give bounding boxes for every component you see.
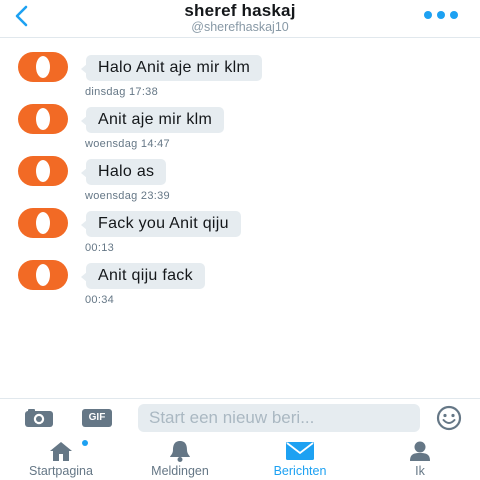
message-row: Halo as woensdag 23:39 xyxy=(0,148,480,202)
conversation-title: sheref haskaj xyxy=(184,1,296,20)
notification-dot xyxy=(82,440,88,446)
gif-button[interactable]: GIF xyxy=(82,409,112,427)
tab-label: Meldingen xyxy=(151,464,209,478)
avatar[interactable] xyxy=(18,52,68,82)
message-row: Anit qiju fack 00:34 xyxy=(0,252,480,306)
person-icon xyxy=(410,441,430,461)
more-options-button[interactable] xyxy=(424,10,458,20)
envelope-icon xyxy=(286,442,314,460)
avatar[interactable] xyxy=(18,104,68,134)
smiley-icon xyxy=(436,405,462,431)
avatar[interactable] xyxy=(18,208,68,238)
more-dots-icon xyxy=(424,11,432,19)
home-icon xyxy=(50,442,72,461)
tab-ik[interactable]: Ik xyxy=(372,436,468,480)
message-input[interactable] xyxy=(138,404,420,432)
message-bubble[interactable]: Anit qiju fack xyxy=(81,263,205,289)
emoji-button[interactable] xyxy=(434,405,464,431)
tab-startpagina[interactable]: Startpagina xyxy=(6,436,116,480)
camera-button[interactable] xyxy=(24,408,54,428)
more-dots-icon xyxy=(450,11,458,19)
message-bubble[interactable]: Halo Anit aje mir klm xyxy=(80,55,263,81)
tab-label: Berichten xyxy=(273,464,327,478)
tab-label: Startpagina xyxy=(29,464,93,478)
message-composer: GIF xyxy=(0,398,480,436)
avatar[interactable] xyxy=(18,260,68,290)
message-bubble[interactable]: Anit aje mir klm xyxy=(80,107,225,133)
message-row: Anit aje mir klm woensdag 14:47 xyxy=(0,96,480,150)
conversation-handle: @sherefhaskaj10 xyxy=(191,20,289,34)
camera-icon xyxy=(25,409,53,427)
message-timestamp: 00:34 xyxy=(85,294,115,306)
message-bubble[interactable]: Fack you Anit qiju xyxy=(81,211,241,237)
message-row: Fack you Anit qiju 00:13 xyxy=(0,200,480,254)
tab-meldingen[interactable]: Meldingen xyxy=(126,436,234,480)
tab-label: Ik xyxy=(415,464,425,478)
more-dots-icon xyxy=(437,11,445,19)
avatar[interactable] xyxy=(18,156,68,186)
conversation-header: sheref haskaj @sherefhaskaj10 xyxy=(0,0,480,38)
message-list[interactable]: Halo Anit aje mir klm dinsdag 17:38 Anit… xyxy=(0,38,480,398)
tab-bar: Startpagina Meldingen Berichten Ik xyxy=(0,436,480,480)
message-row: Halo Anit aje mir klm dinsdag 17:38 xyxy=(0,44,480,98)
message-bubble[interactable]: Halo as xyxy=(80,159,167,185)
conversation-title-block[interactable]: sheref haskaj @sherefhaskaj10 xyxy=(0,1,480,35)
tab-berichten[interactable]: Berichten xyxy=(246,436,354,480)
bell-icon xyxy=(170,441,190,462)
